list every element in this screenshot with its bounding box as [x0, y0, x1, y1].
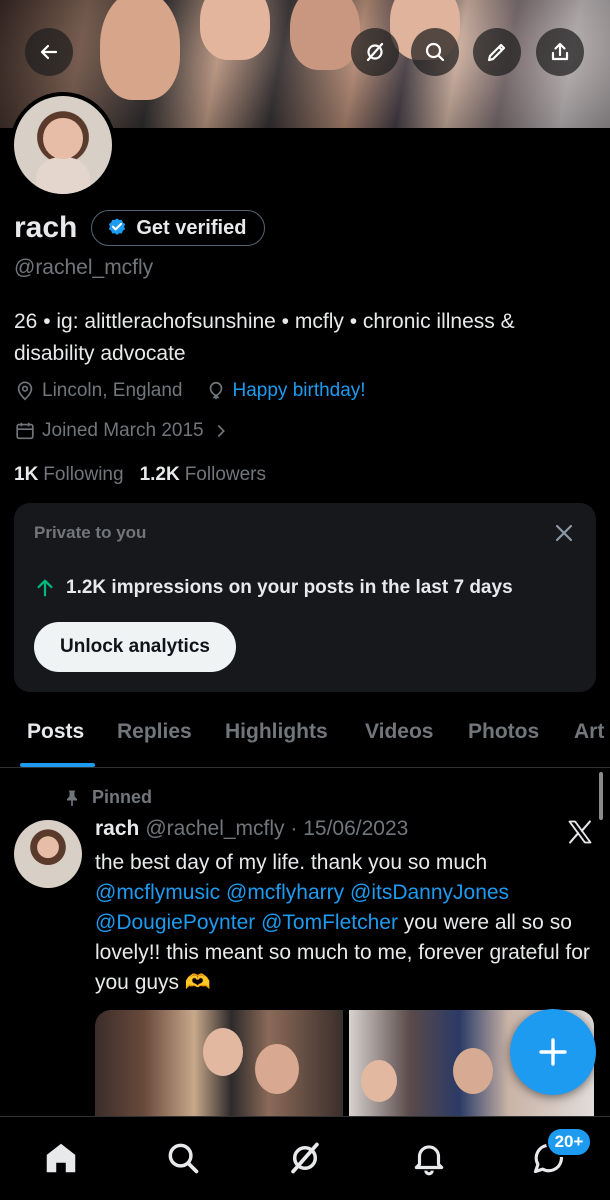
tab-articles[interactable]: Art: [574, 720, 604, 744]
post-text-part-1: the best day of my life. thank you so mu…: [95, 851, 488, 874]
grok-icon: [291, 1142, 319, 1174]
tab-highlights[interactable]: Highlights: [225, 720, 328, 744]
nav-grok[interactable]: [286, 1139, 324, 1177]
profile-avatar[interactable]: [10, 92, 116, 198]
impressions-row: 1.2K impressions on your posts in the la…: [34, 577, 513, 599]
pin-icon: [67, 790, 77, 806]
close-icon[interactable]: [552, 521, 576, 545]
banner-person-2: [200, 0, 270, 60]
mention-mcflyharry[interactable]: @mcflyharry: [226, 881, 344, 904]
joined-row[interactable]: Joined March 2015: [14, 420, 232, 442]
following-label: Following: [43, 464, 124, 485]
following-count: 1K: [14, 464, 39, 485]
nav-search[interactable]: [164, 1139, 202, 1177]
profile-handle: @rachel_mcfly: [14, 256, 154, 279]
location: Lincoln, England: [14, 380, 183, 402]
follow-stats: 1K Following 1.2K Followers: [14, 464, 266, 486]
post-text: the best day of my life. thank you so mu…: [95, 848, 595, 998]
following-link[interactable]: 1K Following: [14, 464, 124, 486]
private-analytics-card: Private to you 1.2K impressions on your …: [14, 503, 596, 692]
post-photo-1[interactable]: [95, 1010, 343, 1116]
photo-face: [361, 1060, 397, 1102]
messages-badge: 20+: [546, 1127, 592, 1157]
display-name: rach: [14, 211, 78, 244]
banner-person-3: [290, 0, 360, 70]
back-button[interactable]: [25, 28, 73, 76]
active-tab-indicator: [20, 763, 95, 767]
edit-button[interactable]: [473, 28, 521, 76]
edit-icon: [487, 43, 506, 62]
get-verified-button[interactable]: Get verified: [91, 210, 266, 246]
plus-icon: [539, 1038, 567, 1066]
post-header: rach @rachel_mcfly · 15/06/2023: [95, 817, 408, 841]
calendar-icon: [16, 422, 34, 440]
search-icon: [168, 1143, 199, 1174]
nav-home[interactable]: [42, 1139, 80, 1177]
followers-link[interactable]: 1.2K Followers: [140, 464, 266, 486]
profile-meta-row: Lincoln, England Happy birthday!: [14, 380, 388, 402]
profile-bio: 26 • ig: alittlerachofsunshine • mcfly •…: [14, 310, 515, 365]
pinned-label: Pinned: [92, 787, 153, 807]
post-handle-date: @rachel_mcfly · 15/06/2023: [145, 817, 409, 840]
followers-count: 1.2K: [139, 464, 180, 485]
share-button[interactable]: [536, 28, 584, 76]
profile-tabs: Posts Replies Highlights Videos Photos A…: [0, 708, 610, 768]
impressions-text: 1.2K impressions on your posts in the la…: [66, 577, 513, 598]
scrollbar[interactable]: [599, 772, 603, 820]
tab-posts[interactable]: Posts: [27, 720, 84, 744]
birthday[interactable]: Happy birthday!: [205, 380, 366, 402]
bell-icon: [414, 1145, 444, 1176]
bottom-navigation: [0, 1116, 610, 1200]
location-text: Lincoln, England: [42, 380, 183, 401]
post-avatar[interactable]: [14, 820, 82, 888]
x-logo-icon[interactable]: [566, 817, 594, 847]
followers-label: Followers: [184, 464, 267, 485]
pinned-label-row: Pinned: [62, 787, 152, 808]
chevron-right-icon: [217, 424, 225, 438]
avatar-image: [14, 96, 112, 194]
nav-notifications[interactable]: [410, 1139, 448, 1177]
compose-post-button[interactable]: [510, 1009, 596, 1095]
mention-mcflymusic[interactable]: @mcflymusic: [95, 881, 220, 904]
tab-photos[interactable]: Photos: [468, 720, 539, 744]
joined-text: Joined March 2015: [42, 420, 204, 441]
tab-replies[interactable]: Replies: [117, 720, 192, 744]
location-icon: [17, 381, 33, 401]
get-verified-label: Get verified: [136, 216, 247, 239]
grok-icon: [366, 42, 384, 62]
unlock-analytics-button[interactable]: Unlock analytics: [34, 622, 236, 672]
share-icon: [551, 42, 569, 61]
photo-face: [453, 1048, 493, 1094]
photo-face: [203, 1028, 243, 1076]
tab-videos[interactable]: Videos: [365, 720, 433, 744]
verified-badge-icon: [109, 218, 126, 235]
grok-button[interactable]: [351, 28, 399, 76]
card-title: Private to you: [34, 523, 147, 542]
arrow-up-icon: [37, 579, 53, 597]
banner-person-1: [100, 0, 180, 100]
mention-itsdannyjones[interactable]: @itsDannyJones: [350, 881, 509, 904]
balloon-icon: [209, 381, 222, 400]
search-icon: [425, 42, 445, 62]
mention-tomfletcher[interactable]: @TomFletcher: [261, 911, 398, 934]
birthday-text: Happy birthday!: [232, 380, 366, 401]
photo-face: [255, 1044, 299, 1094]
name-row: rach Get verified: [14, 210, 266, 246]
search-button[interactable]: [411, 28, 459, 76]
heart-hands-emoji: 🫶: [184, 971, 212, 994]
back-arrow-icon: [40, 44, 58, 60]
post-author[interactable]: rach: [95, 817, 139, 840]
mention-dougiepoynter[interactable]: @DougiePoynter: [95, 911, 255, 934]
home-icon: [46, 1143, 76, 1173]
